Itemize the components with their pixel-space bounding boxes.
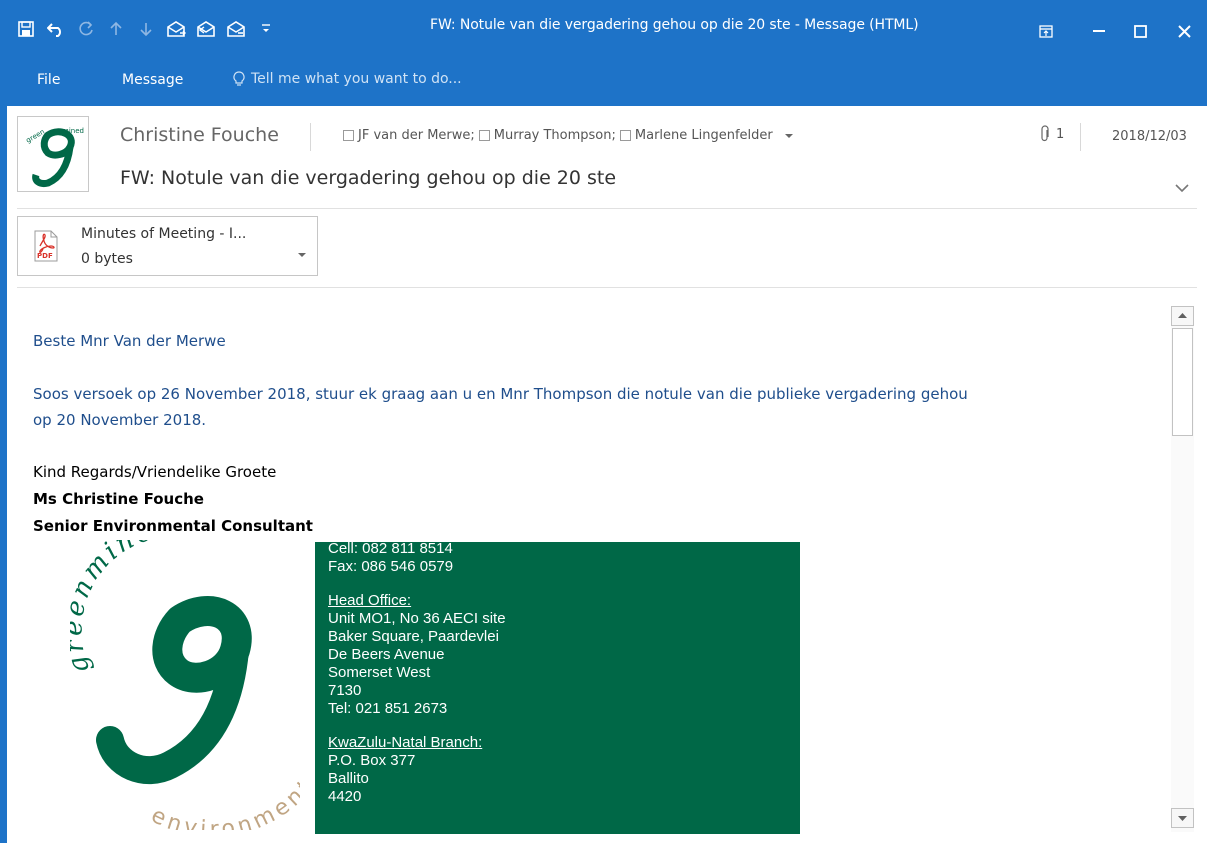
recipient-name: JF van der Merwe;: [358, 128, 475, 143]
redo-icon[interactable]: [71, 0, 101, 58]
sender-avatar[interactable]: green mined: [17, 116, 89, 192]
tell-me-label: Tell me what you want to do...: [251, 71, 462, 87]
svg-text:mined: mined: [62, 127, 84, 135]
paperclip-icon: [1041, 125, 1049, 142]
down-arrow-icon[interactable]: [131, 0, 161, 58]
scroll-down-icon[interactable]: [1171, 808, 1194, 828]
outlook-message-window: FW: Notule van die vergadering gehou op …: [0, 0, 1207, 843]
attachment-count-value: 1: [1056, 126, 1065, 142]
attachment-item[interactable]: PDF Minutes of Meeting - I... 0 bytes: [17, 216, 318, 276]
kzn-branch-line: Ballito: [328, 770, 369, 787]
recipients-list: JF van der Merwe; Murray Thompson; Marle…: [343, 128, 793, 143]
attachment-dropdown-icon[interactable]: [298, 243, 306, 262]
title-bar: FW: Notule van die vergadering gehou op …: [0, 0, 1207, 62]
signature-contact-block: Cell: 082 811 8514 Fax: 086 546 0579 Hea…: [315, 542, 800, 834]
tab-message[interactable]: Message: [122, 72, 183, 88]
chevron-down-icon[interactable]: [1175, 178, 1189, 197]
header-separator: [17, 208, 1197, 209]
reply-all-icon[interactable]: [191, 0, 221, 58]
header-divider: [310, 123, 311, 151]
window-left-border: [0, 106, 7, 843]
recipients-dropdown-icon[interactable]: [784, 128, 793, 143]
greeting-text: Beste Mnr Van der Merwe: [33, 332, 226, 350]
scroll-up-icon[interactable]: [1171, 306, 1194, 326]
pdf-label: PDF: [37, 252, 53, 260]
message-subject: FW: Notule van die vergadering gehou op …: [120, 167, 617, 189]
greenmined-logo: greenmined environmental: [58, 513, 331, 843]
reply-icon[interactable]: [161, 0, 191, 58]
kzn-branch-line: P.O. Box 377: [328, 752, 416, 769]
minimize-icon[interactable]: [1076, 0, 1122, 62]
sent-date: 2018/12/03: [1112, 129, 1187, 144]
recipient-checkbox[interactable]: [478, 130, 490, 141]
recipient-name: Marlene Lingenfelder: [634, 128, 773, 143]
pdf-file-icon: PDF: [34, 230, 58, 262]
regards-text: Kind Regards/Vriendelike Groete: [33, 463, 277, 481]
maximize-icon[interactable]: [1117, 0, 1163, 62]
cell-number: Cell: 082 811 8514: [328, 542, 453, 557]
head-office-heading: Head Office:: [328, 592, 412, 609]
body-paragraph-line: Soos versoek op 26 November 2018, stuur …: [33, 385, 968, 403]
vertical-scrollbar[interactable]: [1171, 306, 1194, 832]
close-icon[interactable]: [1161, 0, 1207, 62]
window-title: FW: Notule van die vergadering gehou op …: [430, 17, 919, 33]
scrollbar-thumb[interactable]: [1172, 328, 1193, 436]
recipient-checkbox[interactable]: [619, 130, 631, 141]
head-office-line: De Beers Avenue: [328, 646, 445, 663]
sender-name[interactable]: Christine Fouche: [120, 124, 279, 146]
attachment-count[interactable]: 1: [1040, 125, 1064, 143]
up-arrow-icon[interactable]: [101, 0, 131, 58]
tab-file[interactable]: File: [37, 72, 60, 88]
attachment-separator: [17, 287, 1197, 288]
head-office-line: Somerset West: [328, 664, 431, 681]
body-paragraph-line: op 20 November 2018.: [33, 411, 207, 429]
kzn-branch-heading: KwaZulu-Natal Branch:: [328, 734, 483, 751]
recipient-marlene-lingenfelder[interactable]: Marlene Lingenfelder: [619, 128, 773, 143]
fax-number: Fax: 086 546 0579: [328, 558, 454, 575]
attachment-name: Minutes of Meeting - I...: [81, 226, 247, 242]
ribbon-display-options-icon[interactable]: [1023, 0, 1069, 62]
head-office-line: Unit MO1, No 36 AECI site: [328, 610, 506, 627]
head-office-line: 7130: [328, 682, 362, 699]
ribbon-tabs: File Message Tell me what you want to do…: [0, 62, 1207, 106]
lightbulb-icon: [233, 71, 245, 86]
forward-icon[interactable]: [221, 0, 251, 58]
save-icon[interactable]: [11, 0, 41, 58]
header-divider: [1080, 123, 1081, 151]
tell-me-search[interactable]: Tell me what you want to do...: [233, 71, 462, 87]
recipient-jf-van-der-merwe[interactable]: JF van der Merwe;: [343, 128, 475, 143]
quick-access-toolbar: [0, 0, 281, 58]
head-office-line: Baker Square, Paardevlei: [328, 628, 499, 645]
head-office-line: Tel: 021 851 2673: [328, 700, 448, 717]
kzn-branch-line: 4420: [328, 788, 362, 805]
signature-name: Ms Christine Fouche: [33, 490, 204, 508]
recipient-murray-thompson[interactable]: Murray Thompson;: [478, 128, 616, 143]
undo-icon[interactable]: [41, 0, 71, 58]
signature-role: Senior Environmental Consultant: [33, 517, 313, 535]
customize-qat-icon[interactable]: [251, 0, 281, 58]
recipient-checkbox[interactable]: [343, 130, 354, 141]
recipient-name: Murray Thompson;: [493, 128, 616, 143]
attachment-size: 0 bytes: [81, 251, 133, 267]
